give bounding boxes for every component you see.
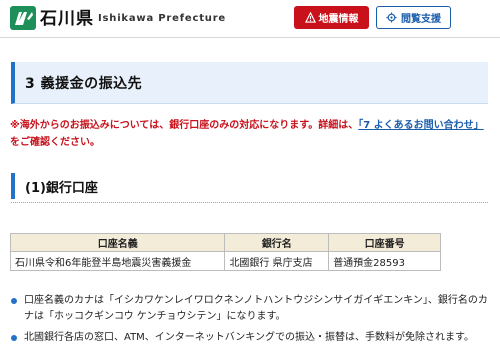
section-title: 3 義援金の振込先 xyxy=(25,76,143,92)
list-item: 口座名義のカナは「イシカワケンレイワロクネンノトハントウジシンサイガイギエンキン… xyxy=(10,293,492,325)
list-item: 北國銀行各店の窓口、ATM、インターネットバンキングでの振込・振替は、手数料が免… xyxy=(10,330,492,346)
subsection-heading: (1)銀行口座 xyxy=(11,173,488,199)
notice-text-end: をご確認ください。 xyxy=(10,137,100,148)
header-bank-name: 銀行名 xyxy=(224,233,330,252)
bank-account-table: 口座名義 銀行名 口座番号 石川県令和6年能登半島地震災害義援金 北國銀行 県庁… xyxy=(9,233,441,271)
notice-text: ※海外からのお振込みについては、銀行口座のみの対応になります。詳細は、 xyxy=(10,120,359,131)
header-account-name: 口座名義 xyxy=(9,233,226,252)
section-heading: 3 義援金の振込先 xyxy=(11,62,488,104)
table-header-row: 口座名義 銀行名 口座番号 xyxy=(9,233,441,252)
prefecture-name[interactable]: 石川県 xyxy=(40,8,94,30)
faq-link[interactable]: 「7 よくあるお問い合わせ」 xyxy=(358,120,483,131)
site-header: 石川県 Ishikawa Prefecture 地震情報 閲覧支援 xyxy=(0,0,500,38)
cell-account-name: 石川県令和6年能登半島地震災害義援金 xyxy=(9,251,226,271)
list-item-text: 口座名義のカナは「イシカワケンレイワロクネンノトハントウジシンサイガイギエンキン… xyxy=(24,295,488,322)
bullet-dot-icon xyxy=(11,335,17,341)
list-item-text: 北國銀行各店の窓口、ATM、インターネットバンキングでの振込・振替は、手数料が免… xyxy=(24,332,475,343)
earthquake-info-button[interactable]: 地震情報 xyxy=(294,6,369,29)
ishikawa-logo-icon[interactable] xyxy=(10,6,36,30)
prefecture-english-name: Ishikawa Prefecture xyxy=(98,13,227,24)
accessibility-button[interactable]: 閲覧支援 xyxy=(376,6,451,29)
subsection-divider xyxy=(11,202,488,203)
notes-list: 口座名義のカナは「イシカワケンレイワロクネンノトハントウジシンサイガイギエンキン… xyxy=(10,293,492,351)
cell-bank-name: 北國銀行 県庁支店 xyxy=(224,251,330,271)
gear-icon xyxy=(386,12,397,23)
subsection-title: (1)銀行口座 xyxy=(25,181,98,196)
header-account-number: 口座番号 xyxy=(328,233,441,252)
accessibility-label: 閲覧支援 xyxy=(401,14,441,25)
bullet-dot-icon xyxy=(11,298,17,304)
cell-account-number: 普通預金28593 xyxy=(328,251,441,271)
table-row: 石川県令和6年能登半島地震災害義援金 北國銀行 県庁支店 普通預金28593 xyxy=(9,251,441,271)
warning-icon xyxy=(304,12,316,23)
earthquake-info-label: 地震情報 xyxy=(318,14,359,25)
overseas-notice: ※海外からのお振込みについては、銀行口座のみの対応になります。詳細は、「7 よく… xyxy=(10,117,490,151)
